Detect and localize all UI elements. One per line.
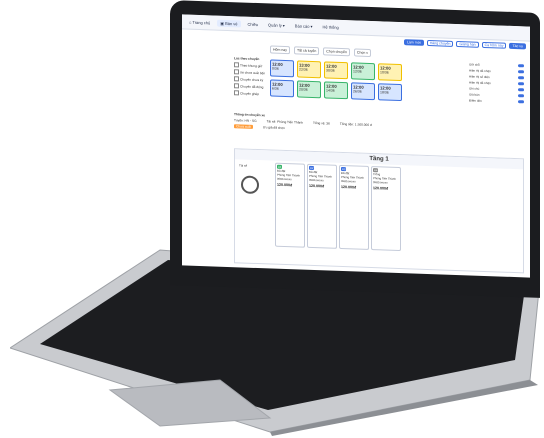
sidebar-filters: Lọc theo chuyến Theo khung giờ Xe chưa x… bbox=[234, 56, 266, 98]
group-select[interactable]: Chọn chuyến bbox=[323, 47, 350, 57]
toggle-switch[interactable] bbox=[518, 94, 524, 98]
filter-option[interactable]: Chuyến đã đóng bbox=[234, 83, 266, 89]
refresh-button[interactable]: Làm mới bbox=[404, 39, 424, 46]
trip-slot-capacity: 22/36 bbox=[299, 67, 308, 72]
filter-option[interactable]: Xe chưa xuất bến bbox=[234, 69, 266, 75]
seats-total: Tổng vé: 36 bbox=[313, 120, 330, 126]
sidebar-heading: Lọc theo chuyến bbox=[234, 56, 260, 62]
route-text: Tuyến: HN - SG bbox=[234, 118, 257, 124]
date-select[interactable]: Hôm nay bbox=[270, 45, 291, 55]
trip-slot[interactable]: 12:00 14/36 bbox=[324, 81, 348, 100]
chevron-down-icon: ▾ bbox=[282, 22, 285, 28]
chevron-down-icon: ▾ bbox=[310, 23, 313, 29]
filter-bar: Hôm nay Tất cả tuyến Chọn chuyến Chọn v bbox=[270, 45, 372, 58]
actions-button[interactable]: Tác vụ bbox=[509, 42, 526, 50]
checkbox[interactable] bbox=[234, 83, 239, 89]
setting-row: Hiện thị đã nhận bbox=[469, 68, 524, 74]
trip-slot[interactable]: 12:00 10/36 bbox=[378, 63, 402, 82]
nav-tab-trips[interactable]: Chiều bbox=[245, 20, 261, 28]
trip-slot-capacity: 14/36 bbox=[326, 88, 335, 93]
trip-slot[interactable]: 13:00 22/36 bbox=[297, 60, 321, 79]
home-icon: ⌂ bbox=[189, 19, 192, 25]
seat-card[interactable]: A1 Đã đặt Phùng Tiến Thành 0982xxxxxx 120.00… bbox=[275, 162, 305, 248]
setting-row: Giá bán bbox=[469, 92, 524, 98]
filter-option[interactable]: Chuyến chưa ký bbox=[234, 76, 266, 82]
checkbox[interactable] bbox=[234, 76, 239, 82]
seat-row: A1 Đã đặt Phùng Tiến Thành 0982xxxxxx 120.00… bbox=[275, 162, 401, 252]
trip-slot[interactable]: 12:00 18/36 bbox=[378, 83, 402, 102]
seat-price: 120.000đ bbox=[341, 184, 357, 190]
seat-select[interactable]: Chọn v bbox=[353, 48, 372, 58]
status-badge: Chưa xuất bbox=[234, 124, 253, 129]
revenue-text: Tổng tiền: 1.500.000 đ bbox=[339, 121, 372, 128]
setting-row: Điểm đón bbox=[469, 98, 524, 104]
trip-info: Thông tin chuyến xe Tuyến: HN - SG Tài x… bbox=[234, 112, 524, 140]
driver-label: Tài xế bbox=[239, 163, 248, 168]
toggle-switch[interactable] bbox=[518, 82, 524, 86]
checkbox[interactable] bbox=[234, 69, 239, 75]
trip-slot-capacity: 12/36 bbox=[353, 69, 362, 74]
setting-row: Giữ chỗ bbox=[469, 62, 524, 68]
toggle-switch[interactable] bbox=[518, 100, 524, 104]
trip-slot-capacity: 18/36 bbox=[380, 90, 389, 95]
seat-price: 120.000đ bbox=[277, 182, 293, 188]
route-select[interactable]: Tất cả tuyến bbox=[294, 46, 320, 56]
seat-card[interactable]: A3 Đã đặt Phùng Tiến Thành 0982xxxxxx 120.00… bbox=[339, 164, 369, 250]
app-screen: ⌂ Trang chủ ▣ Bán vé Chiều Quản lý ▾ Báo cá… bbox=[182, 14, 530, 278]
trip-slot[interactable]: 12:00 6/36 bbox=[270, 79, 294, 98]
trip-slot[interactable]: 12:00 12/36 bbox=[351, 62, 375, 81]
trip-slot-capacity: 0/36 bbox=[272, 66, 279, 71]
trip-slot[interactable]: 12:00 0/36 bbox=[270, 59, 294, 78]
seat-card[interactable]: A2 Đã đặt Phùng Tiến Thành 0982xxxxxx 120.00… bbox=[307, 163, 337, 249]
nav-tab-system[interactable]: Hệ thống bbox=[320, 23, 342, 31]
seat-price: 120.000đ bbox=[309, 183, 325, 189]
checkbox[interactable] bbox=[234, 62, 239, 68]
toggle-switch[interactable] bbox=[518, 88, 524, 92]
setting-row: Ghi chú bbox=[469, 86, 524, 92]
legend-label: Ưu giá đã chọn bbox=[262, 125, 285, 131]
nav-tab-sell[interactable]: ▣ Bán vé bbox=[217, 19, 241, 27]
laptop-lid: ⌂ Trang chủ ▣ Bán vé Chiều Quản lý ▾ Báo cá… bbox=[170, 0, 540, 298]
trip-slot[interactable]: 12:00 30/36 bbox=[324, 61, 348, 80]
trip-slot-capacity: 6/36 bbox=[272, 86, 279, 91]
trip-slot-capacity: 20/36 bbox=[299, 87, 308, 92]
driver-text: Tài xế: Phùng Tiến Thành bbox=[266, 119, 304, 125]
trip-slot-grid: 12:00 0/36 13:00 22/36 12:00 30/36 12:00 12/36 1… bbox=[270, 59, 402, 102]
toggle-switch[interactable] bbox=[518, 64, 524, 68]
toggle-switch[interactable] bbox=[518, 70, 524, 74]
ticket-icon: ▣ bbox=[220, 20, 225, 26]
trip-slot-capacity: 10/36 bbox=[380, 70, 389, 75]
today-shift-button[interactable]: Ca hôm nay bbox=[481, 41, 507, 49]
seat-card[interactable]: A4 Trống Phùng Tiến Thành 0982xxxxxx 120.000… bbox=[371, 166, 401, 252]
trip-list-button[interactable]: Hàng chuyến bbox=[426, 39, 454, 47]
setting-row: Hiện thị số điện bbox=[469, 74, 524, 80]
trip-slot[interactable]: 12:00 26/36 bbox=[351, 82, 375, 101]
trip-slot-capacity: 26/36 bbox=[353, 89, 362, 94]
steering-wheel-icon bbox=[241, 175, 259, 195]
setting-row: Hiện thị đã nhận bbox=[469, 80, 524, 86]
seat-map: Tầng 1 Tài xế A1 Đã đặt Phùng Tiến Thành 09… bbox=[234, 148, 524, 274]
seat-price: 120.000đ bbox=[373, 186, 389, 191]
filter-option[interactable]: Theo khung giờ bbox=[234, 62, 266, 68]
checkbox[interactable] bbox=[234, 90, 239, 96]
extend-button[interactable]: Giảng hạn bbox=[456, 41, 479, 48]
toggle-switch[interactable] bbox=[518, 76, 524, 80]
nav-tab-report[interactable]: Báo cáo ▾ bbox=[292, 22, 316, 30]
nav-tab-manage[interactable]: Quản lý ▾ bbox=[265, 21, 288, 29]
trip-slot-capacity: 30/36 bbox=[326, 68, 335, 73]
filter-option[interactable]: Chuyến ghép bbox=[234, 90, 266, 96]
trip-slot[interactable]: 12:00 20/36 bbox=[297, 80, 321, 99]
nav-tab-home[interactable]: ⌂ Trang chủ bbox=[186, 18, 213, 26]
display-settings: Giữ chỗ Hiện thị đã nhận Hiện thị số điệ… bbox=[469, 62, 524, 106]
